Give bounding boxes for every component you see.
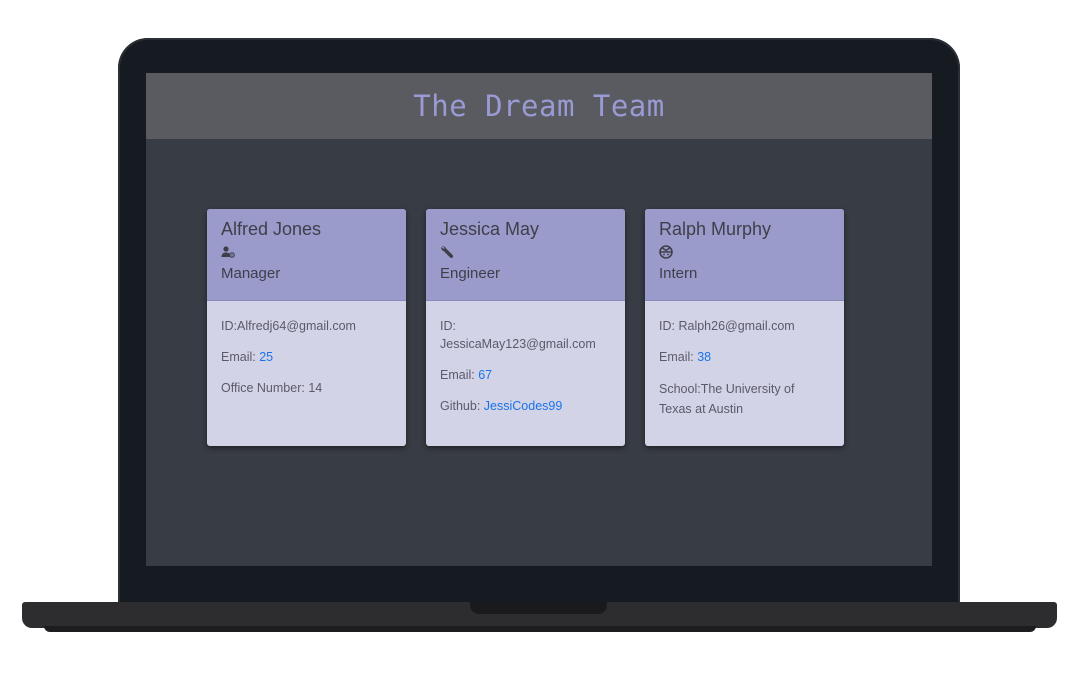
- office-number-value: 14: [308, 381, 323, 395]
- employee-name: Ralph Murphy: [659, 219, 772, 239]
- employee-card-intern: Ralph Murphy Intern ID: Ralph26@gmail.co…: [645, 209, 844, 446]
- github-label: Github:: [440, 399, 481, 413]
- school-row: School:The University of Texas at Austin: [659, 379, 830, 419]
- email-row: Email: 38: [659, 348, 830, 366]
- email-row: Email: 67: [440, 366, 611, 384]
- card-body: ID: Ralph26@gmail.com Email: 38 School:T…: [645, 301, 844, 419]
- id-row: ID: JessicaMay123@gmail.com: [440, 317, 611, 353]
- page-title: The Dream Team: [413, 89, 665, 123]
- id-row: ID:Alfredj64@gmail.com: [221, 317, 392, 335]
- employee-role: Manager: [221, 265, 281, 282]
- laptop-screen: The Dream Team Alfred Jones Manager ID:A…: [146, 73, 932, 566]
- id-label: ID:: [659, 319, 675, 333]
- id-row: ID: Ralph26@gmail.com: [659, 317, 830, 335]
- email-link[interactable]: 38: [697, 350, 711, 364]
- team-cards: Alfred Jones Manager ID:Alfredj64@gmail.…: [207, 209, 844, 446]
- id-value: Alfredj64@gmail.com: [236, 319, 356, 333]
- office-number-row: Office Number: 14: [221, 379, 392, 397]
- card-header: Ralph Murphy Intern: [645, 209, 844, 301]
- id-label: ID:: [221, 319, 237, 333]
- employee-role: Intern: [659, 265, 698, 282]
- id-value: JessicaMay123@gmail.com: [440, 337, 596, 351]
- email-label: Email:: [440, 368, 475, 382]
- employee-card-manager: Alfred Jones Manager ID:Alfredj64@gmail.…: [207, 209, 406, 446]
- id-label: ID:: [440, 319, 456, 333]
- manager-icon: [221, 241, 392, 263]
- email-label: Email:: [659, 350, 694, 364]
- card-header: Jessica May Engineer: [426, 209, 625, 301]
- email-link[interactable]: 67: [478, 368, 492, 382]
- graduate-icon: [659, 241, 830, 263]
- employee-card-engineer: Jessica May Engineer ID: JessicaMay123@g…: [426, 209, 625, 446]
- card-body: ID: JessicaMay123@gmail.com Email: 67 Gi…: [426, 301, 625, 415]
- laptop-base-shadow: [44, 626, 1036, 632]
- id-value: Ralph26@gmail.com: [678, 319, 795, 333]
- email-row: Email: 25: [221, 348, 392, 366]
- card-body: ID:Alfredj64@gmail.com Email: 25 Office …: [207, 301, 406, 397]
- school-label: School:: [659, 382, 701, 396]
- wrench-icon: [440, 241, 611, 263]
- employee-role: Engineer: [440, 265, 501, 282]
- page-header: The Dream Team: [146, 73, 932, 139]
- github-link[interactable]: JessiCodes99: [484, 399, 563, 413]
- office-number-label: Office Number:: [221, 381, 305, 395]
- github-row: Github: JessiCodes99: [440, 397, 611, 415]
- laptop-notch: [470, 602, 607, 614]
- card-header: Alfred Jones Manager: [207, 209, 406, 301]
- employee-name: Alfred Jones: [221, 219, 322, 239]
- email-link[interactable]: 25: [259, 350, 273, 364]
- email-label: Email:: [221, 350, 256, 364]
- employee-name: Jessica May: [440, 219, 540, 239]
